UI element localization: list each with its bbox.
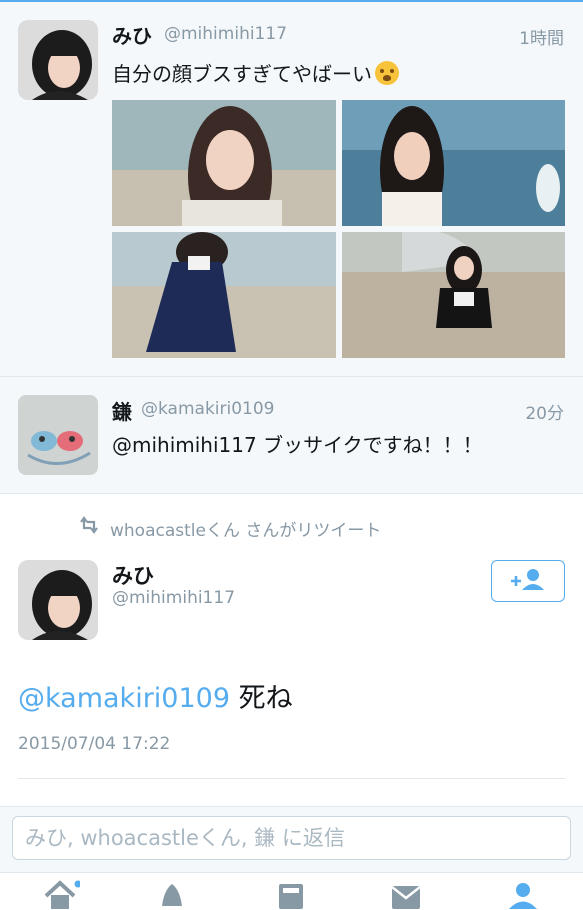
- messages-icon[interactable]: [386, 878, 426, 909]
- mention-link[interactable]: @kamakiri0109: [18, 683, 230, 714]
- author-handle[interactable]: @kamakiri0109: [141, 399, 275, 419]
- tweet-photo[interactable]: [342, 232, 565, 358]
- crying-face-icon: [375, 61, 399, 85]
- home-icon[interactable]: [40, 878, 80, 909]
- avatar[interactable]: [18, 560, 98, 640]
- add-user-icon: [510, 568, 544, 590]
- tweet-body: 死ね: [230, 683, 293, 714]
- timeline-tweet[interactable]: 鎌 @kamakiri0109 20分 @mihimihi117 ブッサイクです…: [0, 377, 583, 494]
- retweet-icon: [80, 516, 98, 534]
- tweet-text: 自分の顔ブスすぎてやばーい: [112, 58, 399, 87]
- author-handle[interactable]: @mihimihi117: [164, 24, 287, 44]
- follow-button[interactable]: [491, 560, 565, 602]
- notifications-icon[interactable]: [152, 878, 192, 909]
- avatar[interactable]: [18, 395, 98, 475]
- reply-input[interactable]: [12, 816, 571, 860]
- tweet-time: 20分: [525, 404, 564, 424]
- author-handle[interactable]: @mihimihi117: [112, 588, 235, 608]
- avatar[interactable]: [18, 20, 98, 100]
- tweet-date: 2015/07/04 17:22: [18, 734, 171, 754]
- author-name[interactable]: 鎌: [112, 396, 132, 425]
- retweet-label[interactable]: whoacastleくん さんがリツイート: [110, 516, 381, 541]
- tweet-photo[interactable]: [342, 100, 565, 226]
- divider: [18, 778, 565, 779]
- author-name[interactable]: みひ: [112, 560, 154, 590]
- me-icon[interactable]: [503, 878, 543, 909]
- tweet-text: @kamakiri0109 死ね: [18, 676, 293, 715]
- tweet-photo[interactable]: [112, 232, 336, 358]
- tweet-text: @mihimihi117 ブッサイクですね！！！: [112, 433, 483, 457]
- timeline-tweet[interactable]: みひ @mihimihi117 1時間 自分の顔ブスすぎてやばーい: [0, 2, 583, 377]
- author-name[interactable]: みひ: [112, 20, 152, 49]
- tweet-photo[interactable]: [112, 100, 336, 226]
- discover-icon[interactable]: [271, 878, 311, 909]
- tweet-time: 1時間: [519, 29, 564, 49]
- tweet-text-content: 自分の顔ブスすぎてやばーい: [112, 62, 372, 86]
